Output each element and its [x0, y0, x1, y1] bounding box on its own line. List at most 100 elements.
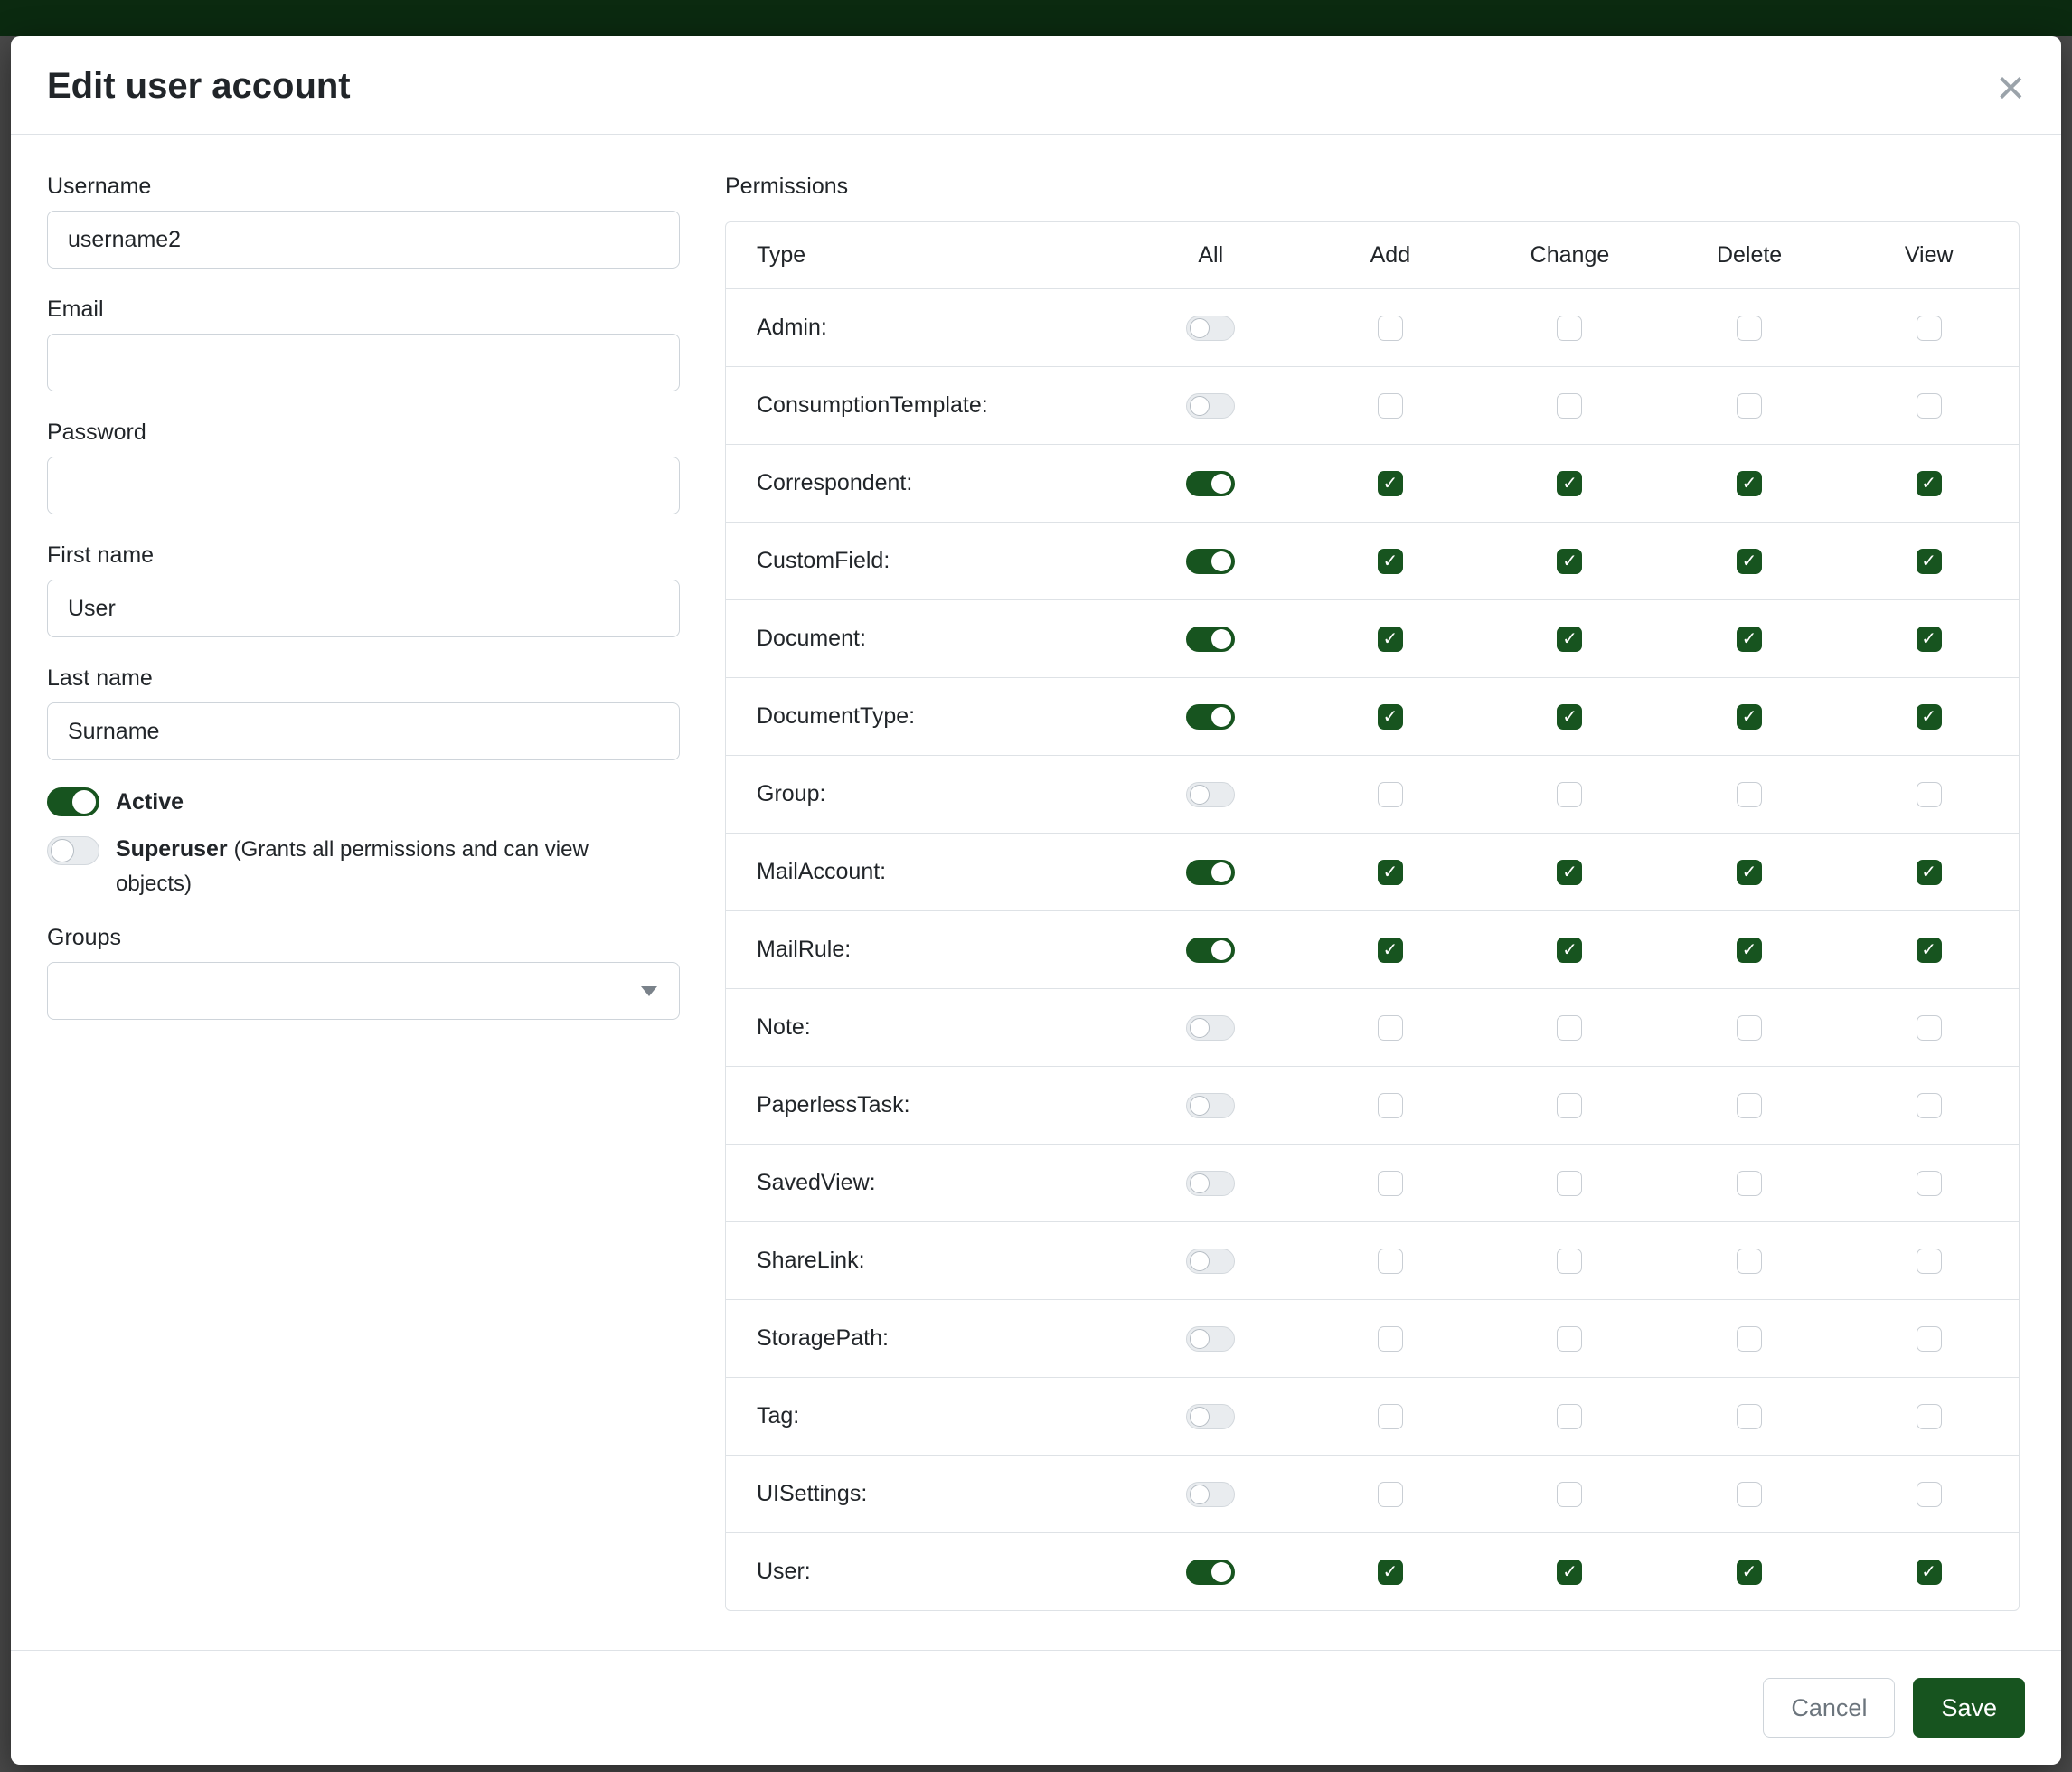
permission-all-toggle[interactable] [1186, 1249, 1235, 1274]
permission-all-toggle[interactable] [1186, 1093, 1235, 1118]
permission-add-checkbox[interactable] [1378, 316, 1403, 341]
permission-change-checkbox[interactable] [1557, 1326, 1582, 1352]
permission-change-checkbox[interactable] [1557, 393, 1582, 419]
permission-delete-checkbox[interactable] [1737, 1404, 1762, 1429]
permission-delete-checkbox[interactable]: ✓ [1737, 704, 1762, 730]
permission-all-toggle[interactable] [1186, 316, 1235, 341]
permission-delete-checkbox[interactable]: ✓ [1737, 471, 1762, 496]
permission-delete-checkbox[interactable] [1737, 393, 1762, 419]
permission-change-checkbox[interactable] [1557, 782, 1582, 807]
permission-view-checkbox[interactable] [1917, 782, 1942, 807]
permission-all-toggle[interactable] [1186, 1404, 1235, 1429]
email-input[interactable] [47, 334, 680, 391]
permission-view-cell [1839, 757, 2019, 833]
password-input[interactable] [47, 457, 680, 514]
active-toggle[interactable] [47, 787, 99, 816]
permission-change-checkbox[interactable]: ✓ [1557, 1560, 1582, 1585]
permission-delete-checkbox[interactable]: ✓ [1737, 1560, 1762, 1585]
permission-change-checkbox[interactable]: ✓ [1557, 627, 1582, 652]
permission-delete-checkbox[interactable] [1737, 782, 1762, 807]
permission-view-checkbox[interactable]: ✓ [1917, 549, 1942, 574]
first-name-input[interactable] [47, 580, 680, 637]
permission-delete-checkbox[interactable] [1737, 1249, 1762, 1274]
permission-all-toggle[interactable] [1186, 627, 1235, 652]
permission-add-checkbox[interactable] [1378, 1404, 1403, 1429]
permission-add-checkbox[interactable] [1378, 782, 1403, 807]
permission-type-label: PaperlessTask: [726, 1067, 1121, 1144]
permission-add-checkbox[interactable] [1378, 1482, 1403, 1507]
permission-all-toggle[interactable] [1186, 471, 1235, 496]
permission-delete-checkbox[interactable] [1737, 1093, 1762, 1118]
permission-view-checkbox[interactable] [1917, 1249, 1942, 1274]
close-icon[interactable]: × [1992, 60, 2029, 116]
cancel-button[interactable]: Cancel [1763, 1678, 1895, 1738]
permission-view-checkbox[interactable] [1917, 1482, 1942, 1507]
last-name-input[interactable] [47, 702, 680, 760]
permission-change-checkbox[interactable] [1557, 1249, 1582, 1274]
permission-view-checkbox[interactable] [1917, 1093, 1942, 1118]
permission-add-checkbox[interactable]: ✓ [1378, 627, 1403, 652]
permission-view-checkbox[interactable]: ✓ [1917, 938, 1942, 963]
permission-view-checkbox[interactable]: ✓ [1917, 627, 1942, 652]
permission-change-checkbox[interactable]: ✓ [1557, 704, 1582, 730]
superuser-toggle[interactable] [47, 836, 99, 865]
permission-change-checkbox[interactable] [1557, 1093, 1582, 1118]
permission-add-checkbox[interactable] [1378, 1171, 1403, 1196]
permission-add-checkbox[interactable]: ✓ [1378, 938, 1403, 963]
permission-all-toggle[interactable] [1186, 549, 1235, 574]
permission-view-checkbox[interactable]: ✓ [1917, 1560, 1942, 1585]
permission-all-toggle[interactable] [1186, 393, 1235, 419]
permission-all-toggle[interactable] [1186, 860, 1235, 885]
last-name-label: Last name [47, 664, 680, 692]
permission-change-checkbox[interactable] [1557, 316, 1582, 341]
permission-change-checkbox[interactable]: ✓ [1557, 860, 1582, 885]
permission-view-checkbox[interactable] [1917, 1171, 1942, 1196]
permission-change-checkbox[interactable] [1557, 1015, 1582, 1041]
permission-view-checkbox[interactable]: ✓ [1917, 471, 1942, 496]
permission-change-checkbox[interactable]: ✓ [1557, 938, 1582, 963]
permission-change-checkbox[interactable] [1557, 1482, 1582, 1507]
permission-view-checkbox[interactable] [1917, 1404, 1942, 1429]
permission-delete-checkbox[interactable]: ✓ [1737, 627, 1762, 652]
permission-change-checkbox[interactable]: ✓ [1557, 471, 1582, 496]
permission-add-checkbox[interactable]: ✓ [1378, 704, 1403, 730]
permission-all-toggle[interactable] [1186, 1326, 1235, 1352]
permission-add-checkbox[interactable]: ✓ [1378, 860, 1403, 885]
permission-add-checkbox[interactable] [1378, 1015, 1403, 1041]
permission-view-checkbox[interactable] [1917, 1326, 1942, 1352]
permission-delete-checkbox[interactable]: ✓ [1737, 938, 1762, 963]
permission-add-checkbox[interactable]: ✓ [1378, 471, 1403, 496]
permission-view-checkbox[interactable]: ✓ [1917, 704, 1942, 730]
permission-all-toggle[interactable] [1186, 938, 1235, 963]
groups-select[interactable] [47, 962, 680, 1020]
save-button[interactable]: Save [1913, 1678, 2025, 1738]
permission-change-checkbox[interactable] [1557, 1404, 1582, 1429]
username-input[interactable] [47, 211, 680, 269]
permission-all-toggle[interactable] [1186, 704, 1235, 730]
permission-change-checkbox[interactable]: ✓ [1557, 549, 1582, 574]
permission-add-checkbox[interactable] [1378, 1093, 1403, 1118]
permission-view-checkbox[interactable] [1917, 393, 1942, 419]
permission-view-checkbox[interactable] [1917, 1015, 1942, 1041]
permission-add-checkbox[interactable]: ✓ [1378, 549, 1403, 574]
permission-add-checkbox[interactable] [1378, 1326, 1403, 1352]
permission-view-checkbox[interactable] [1917, 316, 1942, 341]
permission-change-checkbox[interactable] [1557, 1171, 1582, 1196]
permission-delete-checkbox[interactable] [1737, 1482, 1762, 1507]
permission-delete-checkbox[interactable]: ✓ [1737, 860, 1762, 885]
permission-all-toggle[interactable] [1186, 1560, 1235, 1585]
permission-all-toggle[interactable] [1186, 782, 1235, 807]
permission-all-toggle[interactable] [1186, 1015, 1235, 1041]
permission-delete-checkbox[interactable]: ✓ [1737, 549, 1762, 574]
permission-delete-checkbox[interactable] [1737, 1015, 1762, 1041]
toggle-knob [72, 790, 96, 814]
permission-view-checkbox[interactable]: ✓ [1917, 860, 1942, 885]
permission-add-checkbox[interactable] [1378, 393, 1403, 419]
permission-delete-checkbox[interactable] [1737, 316, 1762, 341]
permission-all-toggle[interactable] [1186, 1171, 1235, 1196]
permission-all-toggle[interactable] [1186, 1482, 1235, 1507]
permission-delete-checkbox[interactable] [1737, 1326, 1762, 1352]
permission-add-checkbox[interactable] [1378, 1249, 1403, 1274]
permission-delete-checkbox[interactable] [1737, 1171, 1762, 1196]
permission-add-checkbox[interactable]: ✓ [1378, 1560, 1403, 1585]
